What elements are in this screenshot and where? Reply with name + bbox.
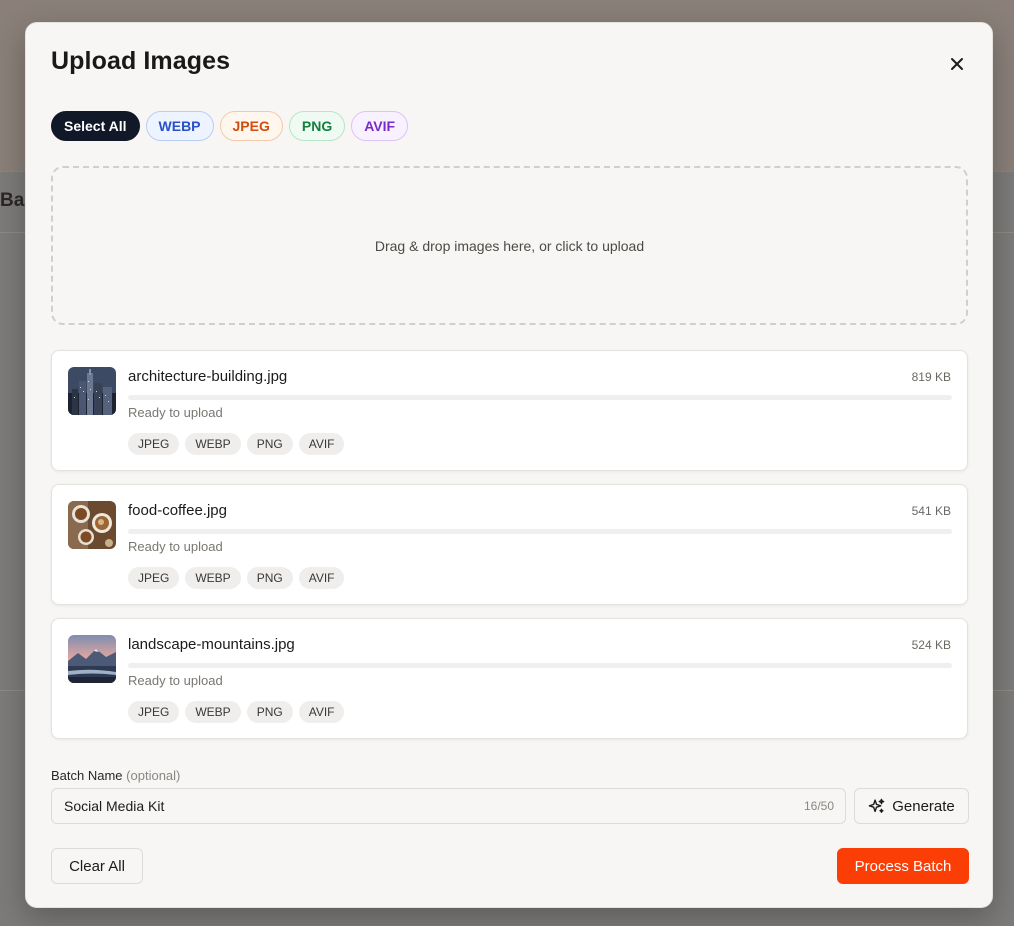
upload-progress-bar <box>128 395 952 400</box>
dropzone-text: Drag & drop images here, or click to upl… <box>374 237 645 254</box>
output-format-tags: JPEG WEBP PNG AVIF <box>128 567 345 589</box>
format-tag-png[interactable]: PNG <box>246 567 293 589</box>
format-tag-png[interactable]: PNG <box>246 701 293 723</box>
upload-progress-bar <box>128 663 952 668</box>
background-heading: Ba <box>0 190 25 211</box>
filter-webp[interactable]: WEBP <box>145 111 214 141</box>
file-name: architecture-building.jpg <box>128 368 288 385</box>
file-thumbnail <box>68 501 116 549</box>
file-item: food-coffee.jpg 541 KB Ready to upload J… <box>51 484 968 605</box>
upload-progress-bar <box>128 529 952 534</box>
generate-label: Generate <box>892 797 955 815</box>
file-thumbnail <box>68 635 116 683</box>
sparkles-icon <box>868 798 885 813</box>
format-tag-jpeg[interactable]: JPEG <box>128 433 180 455</box>
file-item: landscape-mountains.jpg 524 KB Ready to … <box>51 618 968 739</box>
upload-status: Ready to upload <box>128 673 223 688</box>
format-tag-jpeg[interactable]: JPEG <box>128 567 180 589</box>
format-tag-avif[interactable]: AVIF <box>298 567 345 589</box>
filter-jpeg[interactable]: JPEG <box>219 111 283 141</box>
modal-title: Upload Images <box>51 47 231 75</box>
format-tag-png[interactable]: PNG <box>246 433 293 455</box>
file-size: 524 KB <box>911 638 951 652</box>
batch-name-label-text: Batch Name <box>51 768 123 783</box>
format-tag-webp[interactable]: WEBP <box>185 701 241 723</box>
upload-status: Ready to upload <box>128 539 223 554</box>
format-tag-avif[interactable]: AVIF <box>298 433 345 455</box>
process-batch-button[interactable]: Process Batch <box>837 848 969 884</box>
output-format-tags: JPEG WEBP PNG AVIF <box>128 433 345 455</box>
filter-avif[interactable]: AVIF <box>351 111 409 141</box>
batch-name-label: Batch Name (optional) <box>51 768 180 783</box>
close-icon <box>951 58 963 70</box>
filter-png[interactable]: PNG <box>288 111 346 141</box>
generate-button[interactable]: Generate <box>854 788 969 824</box>
filter-select-all[interactable]: Select All <box>51 111 140 141</box>
clear-all-button[interactable]: Clear All <box>51 848 143 884</box>
file-name: food-coffee.jpg <box>128 502 227 519</box>
upload-status: Ready to upload <box>128 405 223 420</box>
batch-name-input[interactable] <box>64 789 764 823</box>
file-size: 819 KB <box>911 370 951 384</box>
format-tag-webp[interactable]: WEBP <box>185 433 241 455</box>
file-size: 541 KB <box>911 504 951 518</box>
output-format-tags: JPEG WEBP PNG AVIF <box>128 701 345 723</box>
close-button[interactable] <box>944 51 970 77</box>
file-thumbnail <box>68 367 116 415</box>
character-count: 16/50 <box>803 799 834 813</box>
file-name: landscape-mountains.jpg <box>128 636 295 653</box>
format-tag-avif[interactable]: AVIF <box>298 701 345 723</box>
format-tag-webp[interactable]: WEBP <box>185 567 241 589</box>
batch-name-field: 16/50 <box>51 788 846 824</box>
format-tag-jpeg[interactable]: JPEG <box>128 701 180 723</box>
optional-hint: (optional) <box>126 768 181 783</box>
upload-dropzone[interactable]: Drag & drop images here, or click to upl… <box>51 166 968 325</box>
file-item: architecture-building.jpg 819 KB Ready t… <box>51 350 968 471</box>
upload-images-modal: Upload Images Select All WEBP JPEG PNG A… <box>25 22 993 908</box>
format-filter-group: Select All WEBP JPEG PNG AVIF <box>51 111 409 141</box>
